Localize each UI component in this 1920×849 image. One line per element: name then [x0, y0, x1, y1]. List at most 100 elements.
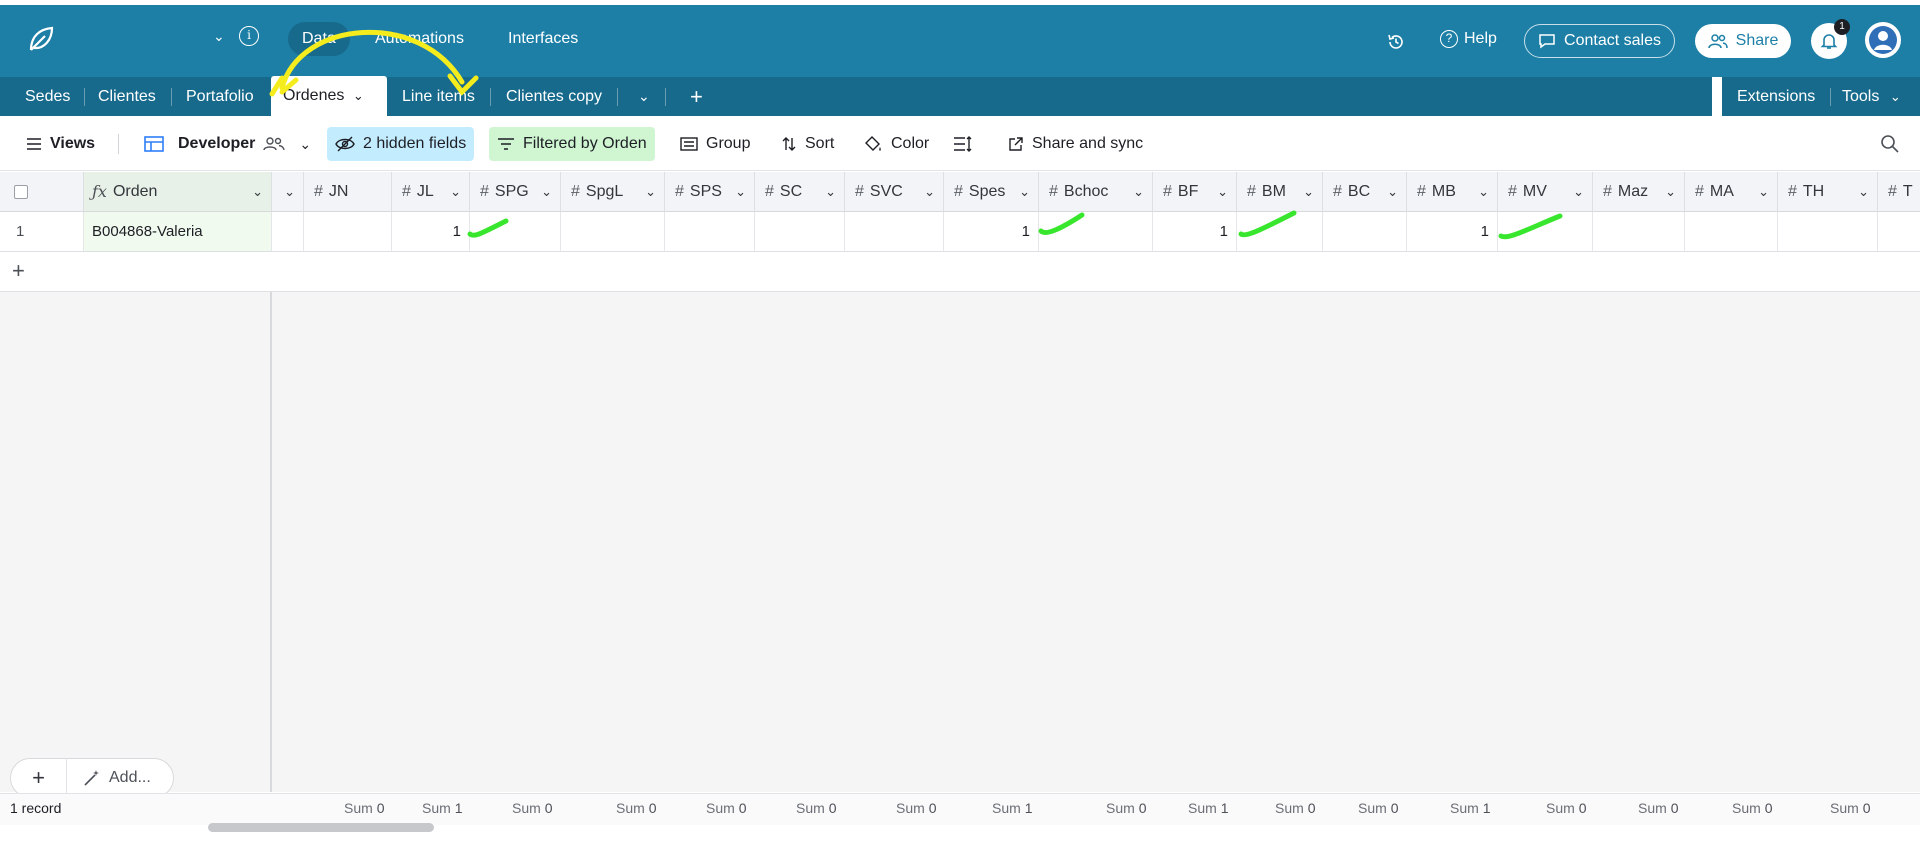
chevron-down-icon[interactable]: ⌄ [353, 88, 364, 103]
column-header-partial[interactable]: ⌄ [272, 172, 304, 212]
table-cell[interactable] [755, 212, 845, 252]
column-header-spgl[interactable]: # SpgL ⌄ [561, 172, 665, 212]
chevron-down-icon[interactable]: ⌄ [1573, 184, 1584, 200]
chevron-down-icon[interactable]: ⌄ [1665, 184, 1676, 200]
view-switcher-button[interactable]: Developer ⌄ [136, 127, 319, 161]
table-tab-clientes-copy[interactable]: Clientes copy [494, 77, 614, 116]
summary-sum[interactable]: Sum 0 [1830, 800, 1871, 816]
column-header-spg[interactable]: # SPG ⌄ [470, 172, 561, 212]
table-cell[interactable] [1323, 212, 1407, 252]
filter-button[interactable]: Filtered by Orden [489, 127, 655, 161]
history-icon[interactable] [1386, 32, 1406, 52]
table-cell[interactable] [272, 212, 304, 252]
chevron-down-icon[interactable]: ⌄ [1478, 184, 1489, 200]
hide-fields-button[interactable]: 2 hidden fields [327, 127, 475, 161]
summary-sum[interactable]: Sum 0 [1275, 800, 1316, 816]
column-header-bf[interactable]: # BF ⌄ [1153, 172, 1237, 212]
column-header-sc[interactable]: # SC ⌄ [755, 172, 845, 212]
table-tab-portafolio[interactable]: Portafolio [174, 77, 266, 116]
search-icon[interactable] [1880, 134, 1900, 154]
summary-sum[interactable]: Sum 0 [706, 800, 747, 816]
chevron-down-icon[interactable]: ⌄ [1758, 184, 1769, 200]
select-all-checkbox[interactable] [14, 184, 28, 199]
chevron-down-icon[interactable]: ⌄ [541, 184, 552, 200]
table-cell[interactable] [1778, 212, 1878, 252]
column-header-sps[interactable]: # SPS ⌄ [665, 172, 755, 212]
summary-sum[interactable]: Sum 0 [616, 800, 657, 816]
chevron-down-icon[interactable]: ⌄ [735, 184, 746, 200]
toptab-automations[interactable]: Automations [361, 22, 478, 56]
table-tab-ordenes[interactable]: Ordenes ⌄ [271, 76, 387, 117]
table-cell[interactable] [304, 212, 392, 252]
row-height-button[interactable] [945, 127, 981, 161]
views-button[interactable]: Views [18, 127, 103, 161]
column-header-mb[interactable]: # MB ⌄ [1407, 172, 1498, 212]
table-cell[interactable] [470, 212, 561, 252]
tools-button[interactable]: Tools ⌄ [1830, 77, 1913, 116]
summary-sum[interactable]: Sum 0 [1106, 800, 1147, 816]
add-record-plus-icon[interactable]: + [12, 258, 25, 284]
table-cell[interactable] [1237, 212, 1323, 252]
share-and-sync-button[interactable]: Share and sync [1000, 127, 1151, 161]
table-cell[interactable] [561, 212, 665, 252]
column-header-t[interactable]: # T [1878, 172, 1920, 212]
add-record-row-extension[interactable] [272, 252, 1920, 292]
column-header-maz[interactable]: # Maz ⌄ [1593, 172, 1685, 212]
table-cell[interactable] [665, 212, 755, 252]
column-header-ma[interactable]: # MA ⌄ [1685, 172, 1778, 212]
column-header-bc[interactable]: # BC ⌄ [1323, 172, 1407, 212]
all-tables-chevron-down-icon[interactable]: ⌄ [626, 77, 662, 116]
column-header-jl[interactable]: # JL ⌄ [392, 172, 470, 212]
leaf-logo-icon[interactable] [26, 24, 56, 54]
cell-jl[interactable]: 1 [392, 212, 470, 252]
chevron-down-icon[interactable]: ⌄ [1133, 184, 1144, 200]
share-button[interactable]: Share [1695, 24, 1791, 58]
cell-bf[interactable]: 1 [1153, 212, 1237, 252]
summary-sum[interactable]: Sum 0 [896, 800, 937, 816]
table-tab-sedes[interactable]: Sedes [13, 77, 82, 116]
table-cell[interactable] [1498, 212, 1593, 252]
info-icon[interactable]: i [239, 26, 259, 46]
chevron-down-icon[interactable]: ⌄ [924, 184, 935, 200]
table-cell[interactable] [1878, 212, 1920, 252]
table-cell[interactable] [1039, 212, 1153, 252]
add-with-ai-button[interactable]: Add... [67, 769, 151, 787]
add-table-plus-icon[interactable]: + [678, 77, 715, 116]
column-header-mv[interactable]: # MV ⌄ [1498, 172, 1593, 212]
user-avatar[interactable] [1865, 22, 1901, 58]
table-tab-clientes[interactable]: Clientes [86, 77, 168, 116]
column-header-bm[interactable]: # BM ⌄ [1237, 172, 1323, 212]
chevron-down-icon[interactable]: ⌄ [825, 184, 836, 200]
chevron-down-icon[interactable]: ⌄ [1858, 184, 1869, 200]
summary-sum[interactable]: Sum 0 [1638, 800, 1679, 816]
summary-sum[interactable]: Sum 0 [512, 800, 553, 816]
add-plus-button[interactable]: + [11, 758, 67, 798]
summary-sum[interactable]: Sum 0 [1732, 800, 1773, 816]
summary-sum[interactable]: Sum 1 [422, 800, 463, 816]
cell-orden[interactable]: B004868-Valeria [84, 212, 272, 252]
contact-sales-button[interactable]: Contact sales [1524, 24, 1675, 58]
table-tab-line-items[interactable]: Line items [390, 77, 487, 116]
column-header-svc[interactable]: # SVC ⌄ [845, 172, 944, 212]
chevron-down-icon[interactable]: ⌄ [252, 184, 263, 200]
add-record-row[interactable]: + [0, 252, 272, 292]
cell-mb[interactable]: 1 [1407, 212, 1498, 252]
cell-spes[interactable]: 1 [944, 212, 1039, 252]
table-cell[interactable] [1593, 212, 1685, 252]
summary-sum[interactable]: Sum 0 [1358, 800, 1399, 816]
table-cell[interactable] [845, 212, 944, 252]
summary-sum[interactable]: Sum 0 [796, 800, 837, 816]
summary-sum[interactable]: Sum 1 [1450, 800, 1491, 816]
base-menu-chevron-down-icon[interactable]: ⌄ [213, 28, 225, 45]
color-button[interactable]: Color [855, 127, 937, 161]
chevron-down-icon[interactable]: ⌄ [1303, 184, 1314, 200]
summary-sum[interactable]: Sum 0 [344, 800, 385, 816]
column-header-spes[interactable]: # Spes ⌄ [944, 172, 1039, 212]
column-header-orden[interactable]: ƒx Orden ⌄ [84, 172, 272, 212]
toptab-interfaces[interactable]: Interfaces [494, 22, 592, 56]
group-button[interactable]: Group [672, 127, 758, 161]
chevron-down-icon[interactable]: ⌄ [450, 184, 461, 200]
chevron-down-icon[interactable]: ⌄ [1019, 184, 1030, 200]
column-header-th[interactable]: # TH ⌄ [1778, 172, 1878, 212]
chevron-down-icon[interactable]: ⌄ [1217, 184, 1228, 200]
